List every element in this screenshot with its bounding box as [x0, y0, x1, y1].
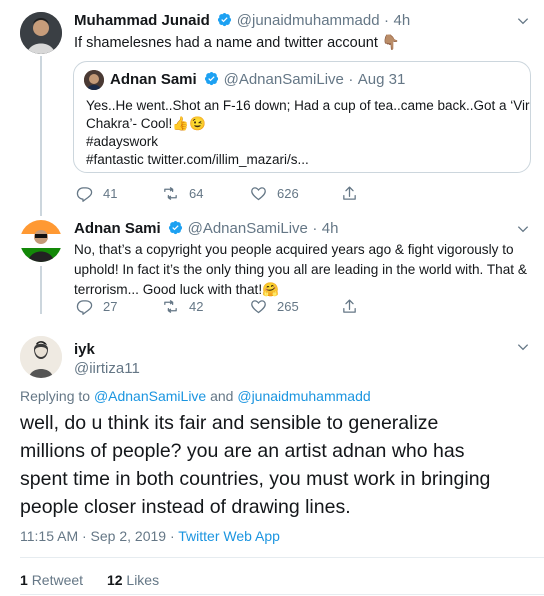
retweets-count: 1	[20, 572, 28, 588]
tweet-header: Adnan Sami @AdnanSamiLive · 4h	[74, 220, 338, 238]
retweet-count: 64	[189, 186, 204, 201]
main-tweet-text-line: spent time in both countries, you must w…	[20, 468, 491, 490]
thread-line	[40, 56, 42, 216]
retweet-icon	[164, 300, 177, 313]
verified-badge-icon	[204, 71, 219, 86]
quoted-tweet-card[interactable]: Adnan Sami @AdnanSamiLive · Aug 31 Yes..…	[73, 61, 531, 173]
and-label: and	[210, 388, 234, 404]
author-handle[interactable]: @junaidmuhammadd	[237, 12, 380, 29]
quote-author-handle: @AdnanSamiLive	[223, 71, 344, 88]
tweet-metadata: 11:15 AM · Sep 2, 2019 · Twitter Web App	[20, 528, 280, 544]
main-tweet-text-line: well, do u think its fair and sensible t…	[20, 412, 439, 434]
share-button[interactable]	[341, 298, 368, 315]
verified-badge-icon	[217, 12, 232, 27]
tweet-header: Muhammad Junaid @junaidmuhammadd · 4h	[74, 12, 410, 30]
quote-author-name: Adnan Sami	[110, 71, 197, 88]
like-button[interactable]: 265	[250, 298, 299, 315]
main-tweet-text-line: millions of people? you are an artist ad…	[20, 440, 465, 462]
avatar[interactable]	[20, 12, 62, 54]
verified-badge-icon	[168, 220, 183, 235]
main-tweet-text-line: people closer instead of drawing lines.	[20, 496, 351, 518]
divider	[20, 594, 544, 595]
reply-icon	[76, 300, 93, 315]
tweet-time[interactable]: 4h	[393, 12, 410, 29]
reply-icon	[76, 187, 93, 202]
share-icon	[343, 299, 356, 313]
quote-header: Adnan Sami @AdnanSamiLive · Aug 31	[110, 71, 405, 89]
mention-link[interactable]: @AdnanSamiLive	[94, 388, 206, 404]
replying-to: Replying to @AdnanSamiLive and @junaidmu…	[20, 388, 371, 404]
separator-dot: ·	[384, 12, 390, 29]
avatar	[84, 70, 104, 90]
tweet-text-line: No, that’s a copyright you people acquir…	[74, 242, 514, 257]
retweets-label: Retweet	[31, 572, 84, 588]
like-count: 265	[277, 299, 299, 314]
avatar[interactable]	[20, 336, 62, 378]
author-handle[interactable]: @iirtiza11	[74, 360, 140, 377]
likes-label: Likes	[126, 572, 160, 588]
retweet-icon	[164, 187, 177, 200]
like-icon	[251, 300, 266, 314]
mention-link[interactable]: @junaidmuhammadd	[237, 388, 370, 404]
avatar[interactable]	[20, 220, 62, 262]
chevron-down-icon[interactable]	[516, 222, 530, 241]
quote-text-line: #fantastic twitter.com/illim_mazari/s...	[86, 152, 309, 167]
chevron-down-icon[interactable]	[516, 14, 530, 33]
reply-count: 27	[103, 299, 118, 314]
like-button[interactable]: 626	[250, 185, 299, 202]
separator-dot: ·	[348, 71, 354, 88]
quote-text-line: Chakra’- Cool!👍😉	[86, 116, 206, 131]
author-name[interactable]: iyk	[74, 341, 95, 358]
tweet-stats: 1 Retweet 12 Likes	[20, 572, 159, 588]
thread-line	[40, 266, 42, 314]
separator-dot: ·	[312, 220, 318, 237]
author-name[interactable]: Adnan Sami	[74, 220, 161, 237]
author-handle[interactable]: @AdnanSamiLive	[188, 220, 308, 237]
retweet-button[interactable]: 42	[162, 298, 203, 315]
reply-button[interactable]: 27	[76, 298, 117, 315]
like-count: 626	[277, 186, 299, 201]
chevron-down-icon[interactable]	[516, 340, 530, 359]
tweet-time[interactable]: 4h	[322, 220, 339, 237]
quote-time: Aug 31	[357, 71, 406, 88]
quote-hashtag: #adayswork	[86, 134, 159, 149]
retweet-count: 42	[189, 299, 204, 314]
reply-count: 41	[103, 186, 118, 201]
quote-text-line: Yes..He went..Shot an F-16 down; Had a c…	[86, 98, 530, 113]
likes-stat[interactable]: 12 Likes	[107, 572, 159, 588]
replying-to-label: Replying to	[20, 388, 91, 404]
retweets-stat[interactable]: 1 Retweet	[20, 572, 87, 588]
tweet-source[interactable]: Twitter Web App	[178, 528, 280, 544]
tweet-timestamp[interactable]: 11:15 AM · Sep 2, 2019 ·	[20, 528, 175, 544]
tweet-text: If shamelesnes had a name and twitter ac…	[74, 35, 400, 51]
author-name[interactable]: Muhammad Junaid	[74, 12, 210, 29]
tweet-text-line: uphold! In fact it’s the only thing you …	[74, 262, 527, 277]
share-button[interactable]	[341, 185, 368, 202]
reply-button[interactable]: 41	[76, 185, 117, 202]
like-icon	[251, 187, 266, 201]
share-icon	[343, 186, 356, 200]
divider	[20, 557, 544, 558]
likes-count: 12	[106, 572, 123, 588]
tweet-text-line: terrorism... Good luck with that!🤗	[74, 282, 280, 297]
retweet-button[interactable]: 64	[162, 185, 203, 202]
